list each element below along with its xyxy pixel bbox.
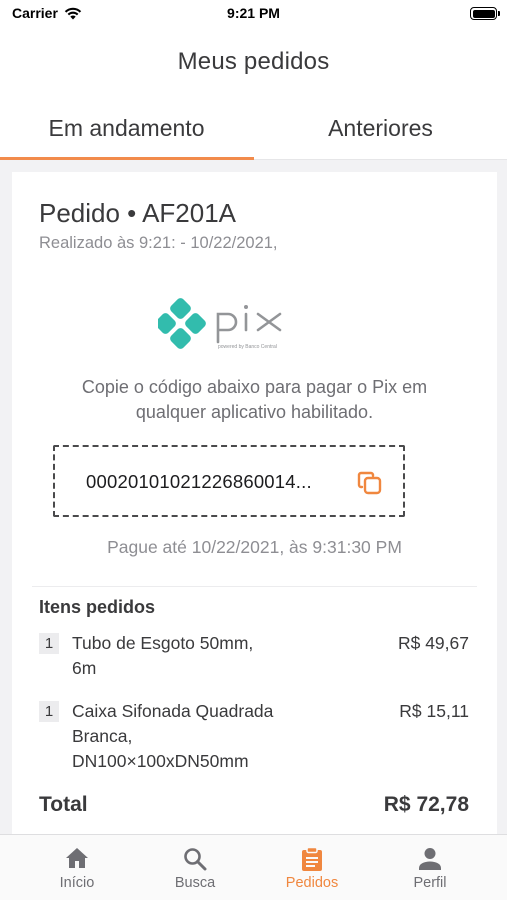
- item-name-line: Branca,: [72, 726, 133, 746]
- tab-anteriores[interactable]: Anteriores: [254, 96, 507, 160]
- total-value: R$ 72,78: [383, 793, 469, 816]
- order-title: Pedido • AF201A: [39, 198, 237, 228]
- item-quantity: 1: [39, 701, 59, 722]
- search-icon: [184, 848, 207, 871]
- order-date: Realizado às 9:21: - 10/22/2021,: [39, 234, 278, 252]
- pix-caption: powered by Banco Central: [218, 344, 277, 350]
- tab-bar-label: Pedidos: [285, 875, 339, 891]
- tab-em-andamento[interactable]: Em andamento: [0, 96, 253, 160]
- item-name-line: Caixa Sifonada Quadrada: [72, 701, 274, 721]
- nav-header: Meus pedidos: [0, 28, 507, 96]
- tab-bar-inicio[interactable]: Início: [14, 835, 140, 900]
- item-name: Caixa Sifonada Quadrada Branca, DN100×10…: [72, 699, 302, 774]
- status-bar: Carrier 9:21 PM: [0, 0, 507, 28]
- item-name-line: 6m: [72, 658, 97, 678]
- tab-bar-label: Início: [59, 875, 95, 891]
- list-item: 1 Tubo de Esgoto 50mm, 6m R$ 49,67: [39, 631, 469, 686]
- pix-instructions-line2: qualquer aplicativo habilitado.: [135, 402, 374, 422]
- tab-bar-label: Perfil: [413, 875, 447, 891]
- pay-until: Pague até 10/22/2021, às 9:31:30 PM: [107, 537, 402, 557]
- orders-icon: [302, 847, 322, 871]
- item-name: Tubo de Esgoto 50mm, 6m: [72, 631, 302, 681]
- bottom-tab-bar: Início Busca Pedidos Perfil: [0, 834, 507, 900]
- status-time: 9:21 PM: [227, 5, 280, 21]
- tab-bar-busca[interactable]: Busca: [132, 835, 258, 900]
- pix-code-box[interactable]: 00020101021226860014...: [53, 445, 405, 517]
- copy-icon[interactable]: [356, 469, 384, 497]
- item-price: R$ 49,67: [397, 633, 469, 653]
- tab-bar-pedidos[interactable]: Pedidos: [249, 835, 375, 900]
- page-title: Meus pedidos: [177, 48, 330, 75]
- pix-logo: powered by Banco Central: [158, 298, 282, 350]
- tab-bar-perfil[interactable]: Perfil: [367, 835, 493, 900]
- pix-code: 00020101021226860014...: [86, 471, 312, 492]
- profile-icon: [419, 848, 441, 870]
- pix-instructions-line1: Copie o código abaixo para pagar o Pix e…: [81, 377, 428, 397]
- pix-instructions: Copie o código abaixo para pagar o Pix e…: [12, 375, 497, 425]
- item-quantity: 1: [39, 633, 59, 654]
- total-label: Total: [39, 793, 88, 816]
- battery-icon: [470, 7, 500, 20]
- item-price: R$ 15,11: [399, 701, 469, 721]
- order-card: Pedido • AF201A Realizado às 9:21: - 10/…: [12, 172, 497, 837]
- item-name-line: Tubo de Esgoto 50mm,: [72, 633, 254, 653]
- divider: [32, 586, 477, 587]
- home-icon: [66, 848, 88, 868]
- items-title: Itens pedidos: [39, 597, 156, 617]
- order-tabs: Em andamento Anteriores: [0, 96, 507, 160]
- list-item: 1 Caixa Sifonada Quadrada Branca, DN100×…: [39, 699, 469, 779]
- item-name-line: DN100×100xDN50mm: [72, 751, 249, 771]
- tab-bar-label: Busca: [174, 875, 216, 891]
- active-tab-indicator: [0, 157, 254, 160]
